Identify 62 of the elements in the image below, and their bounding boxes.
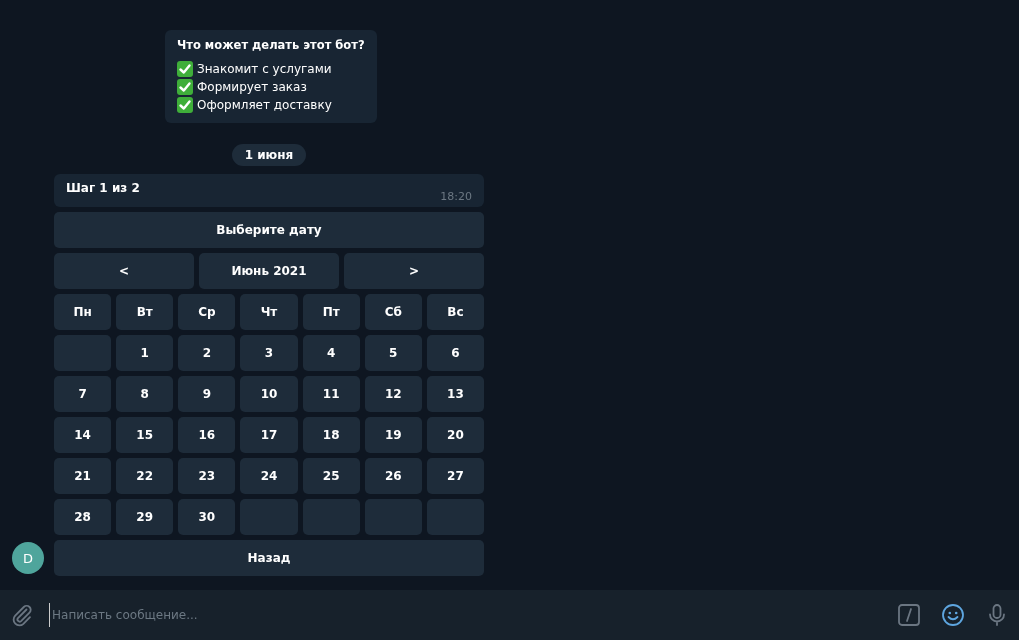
day-button[interactable]: 22 [116, 458, 174, 494]
weekday-button[interactable]: Вс [426, 294, 484, 330]
emoji-icon[interactable] [941, 603, 965, 627]
day-button[interactable]: 27 [426, 458, 484, 494]
attach-icon[interactable] [10, 603, 34, 627]
checkmark-icon [177, 97, 193, 113]
day-button[interactable]: 25 [302, 458, 360, 494]
day-button[interactable]: 23 [178, 458, 236, 494]
day-button[interactable]: 15 [116, 417, 174, 453]
day-button[interactable]: 1 [116, 335, 174, 371]
day-button[interactable]: 8 [116, 376, 174, 412]
day-button[interactable]: 11 [302, 376, 360, 412]
bot-info-item: Оформляет доставку [197, 97, 332, 114]
bot-info-item: Знакомит с услугами [197, 61, 332, 78]
empty-day-button[interactable] [240, 499, 298, 535]
day-button[interactable]: 29 [116, 499, 174, 535]
day-button[interactable]: 17 [240, 417, 298, 453]
weekday-button[interactable]: Пт [302, 294, 360, 330]
weekday-button[interactable]: Пн [54, 294, 112, 330]
day-button[interactable]: 26 [364, 458, 422, 494]
day-button[interactable]: 10 [240, 376, 298, 412]
empty-day-button[interactable] [426, 499, 484, 535]
date-separator: 1 июня [231, 144, 307, 166]
weekday-button[interactable]: Чт [240, 294, 298, 330]
day-button[interactable]: 5 [364, 335, 422, 371]
day-button[interactable]: 6 [426, 335, 484, 371]
day-button[interactable]: 21 [54, 458, 112, 494]
bot-info-title: Что может делать этот бот? [177, 38, 365, 52]
checkmark-icon [177, 61, 193, 77]
day-button[interactable]: 4 [302, 335, 360, 371]
next-month-button[interactable]: > [344, 253, 484, 289]
day-button[interactable]: 28 [54, 499, 112, 535]
weekday-button[interactable]: Вт [116, 294, 174, 330]
message-composer-bar[interactable]: Написать сообщение... [0, 590, 1019, 640]
empty-day-button[interactable] [54, 335, 112, 371]
slash-command-icon[interactable] [897, 603, 921, 627]
day-button[interactable]: 19 [364, 417, 422, 453]
keyboard-header-button[interactable]: Выберите дату [54, 212, 484, 248]
day-button[interactable]: 7 [54, 376, 112, 412]
weekday-button[interactable]: Ср [178, 294, 236, 330]
message-time: 18:20 [440, 190, 472, 203]
day-button[interactable]: 13 [426, 376, 484, 412]
day-button[interactable]: 30 [178, 499, 236, 535]
day-button[interactable]: 9 [178, 376, 236, 412]
day-button[interactable]: 18 [302, 417, 360, 453]
bot-info-item: Формирует заказ [197, 79, 307, 96]
day-button[interactable]: 14 [54, 417, 112, 453]
day-button[interactable]: 3 [240, 335, 298, 371]
day-button[interactable]: 12 [364, 376, 422, 412]
empty-day-button[interactable] [302, 499, 360, 535]
day-button[interactable]: 16 [178, 417, 236, 453]
month-button[interactable]: Июнь 2021 [199, 253, 339, 289]
day-button[interactable]: 24 [240, 458, 298, 494]
day-button[interactable]: 2 [178, 335, 236, 371]
empty-day-button[interactable] [364, 499, 422, 535]
message-text: Шаг 1 из 2 [66, 181, 140, 197]
previous-month-button[interactable]: < [54, 253, 194, 289]
back-button[interactable]: Назад [54, 540, 484, 576]
day-button[interactable]: 20 [426, 417, 484, 453]
checkmark-icon [177, 79, 193, 95]
message-input-field[interactable]: Написать сообщение... [49, 603, 887, 627]
weekday-button[interactable]: Сб [364, 294, 422, 330]
